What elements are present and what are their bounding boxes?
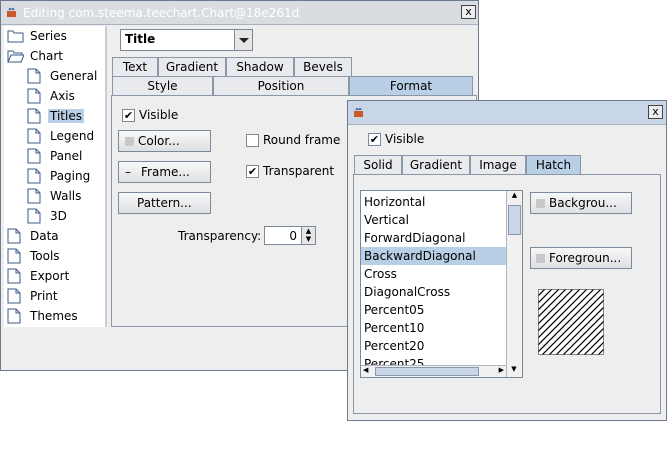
window-title: Editing com.steema.teechart.Chart@18e261…: [23, 6, 300, 20]
tree-item-label: 3D: [50, 209, 67, 223]
transparency-label: Transparency:: [178, 229, 262, 243]
round-frame-checkbox[interactable]: [246, 134, 259, 147]
list-scrollbar-vertical[interactable]: ▲ ▼: [506, 191, 522, 377]
close-icon: x: [652, 105, 659, 118]
color-button[interactable]: Color...: [118, 130, 211, 152]
tree-item-label: Panel: [50, 149, 83, 163]
hatch-style-list[interactable]: Horizontal Vertical ForwardDiagonal Backwar…: [360, 190, 523, 378]
tab-style[interactable]: Style: [112, 76, 213, 95]
tab-gradient-fill[interactable]: Gradient: [402, 155, 470, 174]
close-icon: x: [465, 5, 472, 18]
tab-format[interactable]: Format: [349, 76, 473, 95]
close-button[interactable]: x: [461, 5, 476, 19]
doc-icon: [27, 68, 41, 87]
tree-item-label: Data: [30, 229, 59, 243]
scroll-down-icon[interactable]: ▼: [507, 365, 521, 377]
transparent-checkbox[interactable]: ✔: [246, 165, 259, 178]
doc-icon: [7, 268, 21, 287]
dialog-visible-label: Visible: [385, 132, 425, 146]
tab-hatch[interactable]: Hatch: [526, 155, 581, 174]
tree-item-label: Export: [30, 269, 70, 283]
frame-button[interactable]: – Frame...: [118, 161, 211, 183]
combo-value: Title: [125, 32, 156, 46]
editor-tree[interactable]: Series Chart General Axis Titles Legend Panel P…: [4, 26, 107, 327]
doc-icon: [27, 188, 41, 207]
fill-dialog: x ✔ Visible Solid Gradient Image Hatch H…: [347, 100, 667, 421]
hatch-list-item[interactable]: Horizontal: [361, 193, 506, 211]
folder-icon: [7, 28, 24, 46]
tree-item-label: Themes: [30, 309, 78, 323]
doc-icon: [27, 168, 41, 187]
color-swatch-icon: [125, 137, 134, 146]
hatch-list-item[interactable]: Vertical: [361, 211, 506, 229]
chevron-down-icon[interactable]: [234, 30, 252, 50]
title-type-combo[interactable]: Title: [120, 29, 253, 51]
dialog-titlebar[interactable]: x: [348, 101, 666, 125]
tree-item-label: Titles: [48, 109, 84, 123]
hatch-list-item[interactable]: DiagonalCross: [361, 283, 506, 301]
doc-icon: [7, 288, 21, 307]
scroll-thumb[interactable]: [508, 205, 521, 235]
doc-icon: [7, 248, 21, 267]
doc-icon: [27, 108, 41, 127]
tree-item-label: Tools: [30, 249, 60, 263]
doc-icon: [27, 148, 41, 167]
tab-shadow[interactable]: Shadow: [226, 57, 294, 76]
tree-item-label: Series: [30, 29, 67, 43]
tree-item-label: Axis: [50, 89, 75, 103]
tree-item-label: Paging: [50, 169, 91, 183]
hatch-panel: Horizontal Vertical ForwardDiagonal Backwar…: [353, 174, 661, 414]
scroll-up-icon[interactable]: ▲: [507, 191, 522, 203]
tree-item-label: General: [50, 69, 98, 83]
java-cup-icon: [354, 107, 363, 117]
hatch-list-item[interactable]: BackwardDiagonal: [361, 247, 506, 265]
hatch-list-item[interactable]: Percent20: [361, 337, 506, 355]
tab-position[interactable]: Position: [213, 76, 349, 95]
hatch-list-item[interactable]: Cross: [361, 265, 506, 283]
transparent-label: Transparent: [263, 164, 335, 178]
doc-icon: [7, 228, 21, 247]
hatch-list-item[interactable]: Percent05: [361, 301, 506, 319]
transparency-spinner[interactable]: 0 ▲ ▼: [264, 226, 316, 245]
tab-image[interactable]: Image: [470, 155, 526, 174]
doc-icon: [27, 208, 41, 227]
hatch-list-item[interactable]: Percent10: [361, 319, 506, 337]
scroll-left-icon[interactable]: ◀: [363, 366, 368, 374]
tab-solid[interactable]: Solid: [354, 155, 402, 174]
foreground-color-button[interactable]: Foregroun...: [530, 247, 632, 269]
color-swatch-icon: [536, 199, 545, 208]
folder-open-icon: [7, 48, 25, 66]
visible-checkbox[interactable]: ✔: [122, 109, 135, 122]
main-titlebar[interactable]: Editing com.steema.teechart.Chart@18e261…: [1, 1, 478, 25]
spinner-arrows-icon[interactable]: ▲ ▼: [301, 227, 315, 244]
scroll-right-icon[interactable]: ▶: [499, 366, 504, 374]
dialog-close-button[interactable]: x: [648, 105, 663, 119]
dialog-visible-checkbox[interactable]: ✔: [368, 133, 381, 146]
doc-icon: [27, 88, 41, 107]
tab-text[interactable]: Text: [112, 57, 158, 76]
tree-item-label: Print: [30, 289, 58, 303]
list-scrollbar-horizontal[interactable]: ◀ ▶: [361, 365, 506, 377]
hatch-list-item[interactable]: ForwardDiagonal: [361, 229, 506, 247]
transparency-value: 0: [289, 229, 297, 243]
hatch-preview: [538, 289, 604, 355]
background-color-button[interactable]: Backgrou...: [530, 192, 632, 214]
java-cup-icon: [7, 7, 16, 17]
visible-label: Visible: [139, 108, 179, 122]
doc-icon: [7, 308, 21, 327]
tree-item-label: Legend: [50, 129, 95, 143]
doc-icon: [27, 128, 41, 147]
pattern-button[interactable]: Pattern...: [118, 192, 211, 214]
tree-item-label: Walls: [50, 189, 82, 203]
round-frame-label: Round frame: [263, 133, 341, 147]
tab-gradient[interactable]: Gradient: [158, 57, 226, 76]
color-swatch-icon: [536, 254, 545, 263]
tab-bevels[interactable]: Bevels: [294, 57, 352, 76]
line-icon: –: [125, 165, 131, 179]
hscroll-thumb[interactable]: [375, 367, 479, 376]
tree-item-label: Chart: [30, 49, 63, 63]
